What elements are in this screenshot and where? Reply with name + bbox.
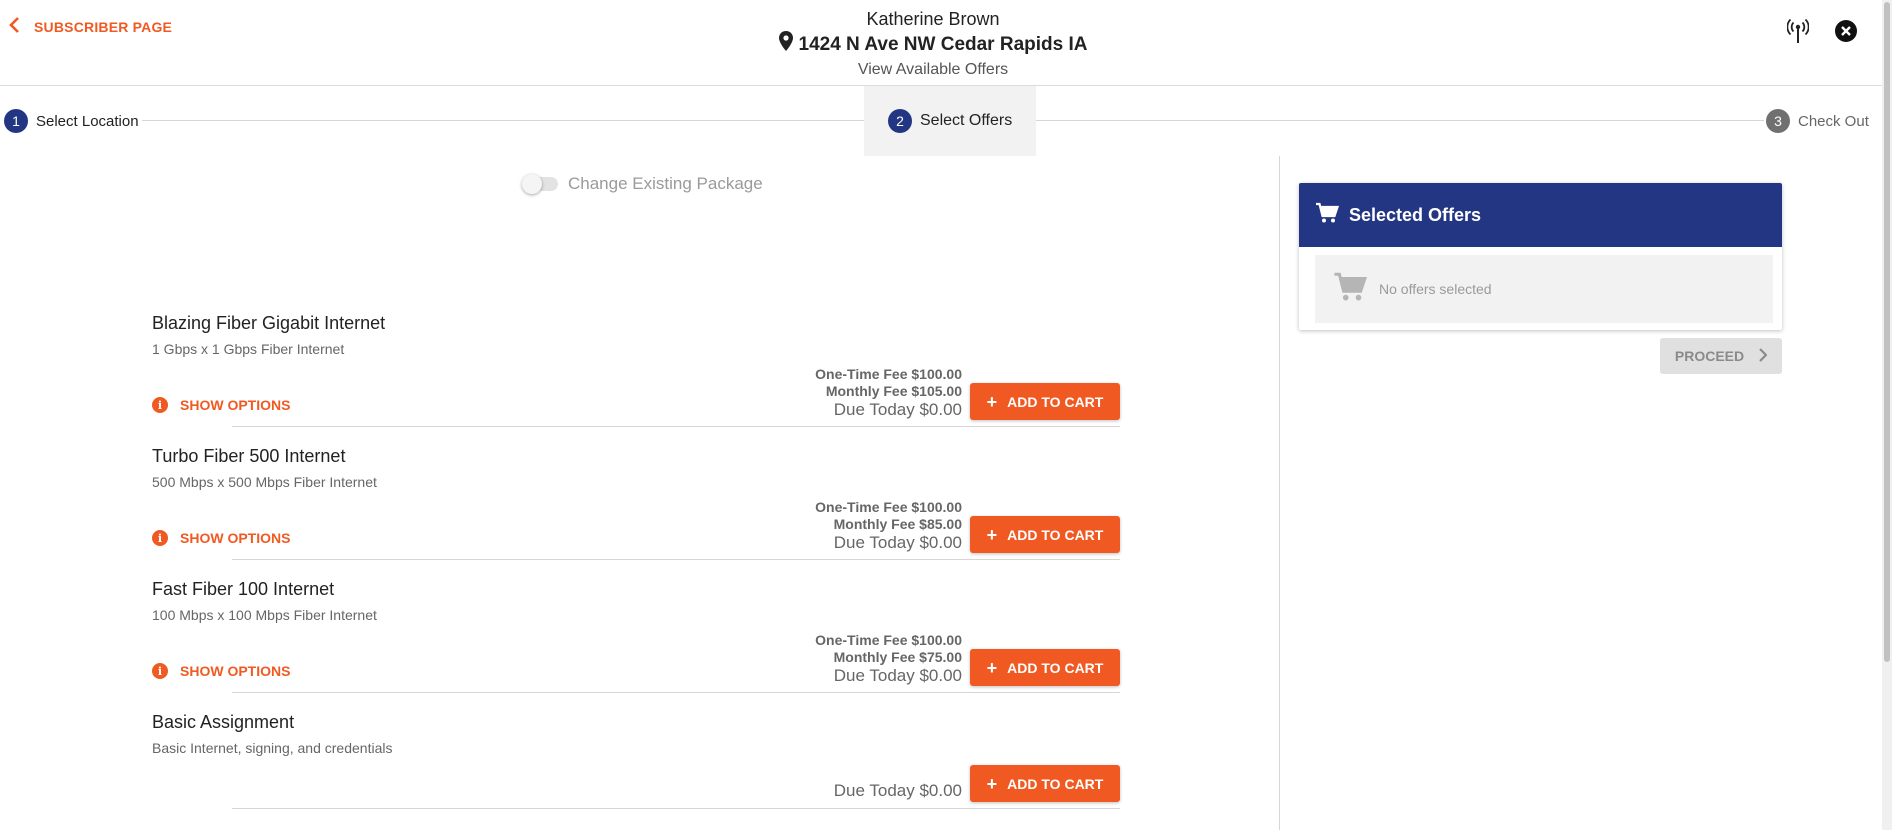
show-options-label: SHOW OPTIONS — [180, 397, 291, 413]
step-number: 1 — [4, 109, 28, 133]
page-scrollbar[interactable] — [1882, 0, 1892, 830]
selected-offers-empty-state: No offers selected — [1315, 255, 1773, 323]
monthly-fee: Monthly Fee $105.00 — [825, 383, 962, 399]
plus-icon: + — [986, 524, 998, 545]
change-package-toggle[interactable]: Change Existing Package — [522, 174, 763, 194]
offer-item: Turbo Fiber 500 Internet 500 Mbps x 500 … — [152, 446, 1120, 560]
offer-divider — [232, 692, 1120, 693]
offer-description: Basic Internet, signing, and credentials — [152, 740, 393, 756]
subscriber-name: Katherine Brown — [866, 9, 1000, 29]
offer-divider — [232, 426, 1120, 427]
add-to-cart-button[interactable]: + ADD TO CART — [970, 765, 1120, 802]
due-today: Due Today $0.00 — [833, 666, 962, 685]
plus-icon: + — [986, 657, 998, 678]
add-to-cart-label: ADD TO CART — [1007, 526, 1104, 543]
due-today: Due Today $0.00 — [833, 533, 962, 552]
one-time-fee: One-Time Fee $100.00 — [815, 366, 962, 382]
scrollbar-thumb[interactable] — [1884, 2, 1890, 662]
offer-fees: One-Time Fee $100.00 Monthly Fee $75.00 … — [815, 632, 962, 686]
info-icon: i — [152, 397, 168, 413]
subscriber-info: Katherine Brown 1424 N Ave NW Cedar Rapi… — [0, 8, 1866, 80]
due-today: Due Today $0.00 — [833, 400, 962, 419]
step-select-location[interactable]: 1 Select Location — [4, 86, 139, 156]
toggle-knob — [522, 174, 542, 194]
step-number: 2 — [888, 109, 912, 133]
offer-name: Turbo Fiber 500 Internet — [152, 446, 346, 466]
selected-offers-header: Selected Offers — [1299, 183, 1782, 247]
step-label: Select Offers — [920, 112, 1013, 129]
add-to-cart-label: ADD TO CART — [1007, 775, 1104, 792]
offer-fees: One-Time Fee $100.00 Monthly Fee $85.00 … — [815, 499, 962, 553]
address-text: 1424 N Ave NW Cedar Rapids IA — [798, 33, 1088, 55]
show-options-button[interactable]: i SHOW OPTIONS — [152, 530, 290, 546]
add-to-cart-label: ADD TO CART — [1007, 393, 1104, 410]
column-divider — [1279, 156, 1280, 830]
page-subtitle: View Available Offers — [857, 61, 1009, 78]
offer-divider — [232, 808, 1120, 809]
add-to-cart-button[interactable]: + ADD TO CART — [970, 516, 1120, 553]
offer-item: Blazing Fiber Gigabit Internet 1 Gbps x … — [152, 313, 1120, 427]
offer-item: Basic Assignment Basic Internet, signing… — [152, 712, 1120, 812]
step-check-out[interactable]: 3 Check Out — [1766, 86, 1869, 156]
offer-name: Blazing Fiber Gigabit Internet — [152, 313, 386, 333]
selected-offers-panel: Selected Offers No offers selected — [1299, 183, 1782, 330]
toggle-switch[interactable] — [522, 174, 558, 194]
chevron-right-icon — [1758, 347, 1768, 365]
step-select-offers[interactable]: 2 Select Offers — [864, 86, 1036, 156]
offer-description: 100 Mbps x 100 Mbps Fiber Internet — [152, 607, 377, 623]
proceed-label: PROCEED — [1674, 348, 1745, 364]
info-icon: i — [152, 530, 168, 546]
offer-fees: One-Time Fee $100.00 Monthly Fee $105.00… — [815, 366, 962, 420]
one-time-fee: One-Time Fee $100.00 — [815, 632, 962, 648]
info-icon: i — [152, 663, 168, 679]
monthly-fee: Monthly Fee $75.00 — [833, 649, 962, 665]
add-to-cart-label: ADD TO CART — [1007, 659, 1104, 676]
show-options-label: SHOW OPTIONS — [180, 530, 291, 546]
cart-icon — [1315, 202, 1340, 229]
selected-offers-title: Selected Offers — [1349, 204, 1482, 225]
show-options-button[interactable]: i SHOW OPTIONS — [152, 397, 290, 413]
offer-name: Fast Fiber 100 Internet — [152, 579, 335, 599]
offer-item: Fast Fiber 100 Internet 100 Mbps x 100 M… — [152, 579, 1120, 693]
step-connector — [1036, 120, 1764, 121]
step-label: Check Out — [1798, 112, 1869, 130]
due-today: Due Today $0.00 — [833, 781, 962, 800]
proceed-button[interactable]: PROCEED — [1660, 338, 1782, 374]
toggle-label: Change Existing Package — [568, 174, 763, 193]
offer-description: 500 Mbps x 500 Mbps Fiber Internet — [152, 474, 377, 490]
one-time-fee: One-Time Fee $100.00 — [815, 499, 962, 515]
add-to-cart-button[interactable]: + ADD TO CART — [970, 649, 1120, 686]
antenna-icon[interactable] — [1784, 16, 1812, 46]
page-header: SUBSCRIBER PAGE Katherine Brown 1424 N A… — [0, 0, 1892, 86]
offer-description: 1 Gbps x 1 Gbps Fiber Internet — [152, 341, 345, 357]
show-options-button[interactable]: i SHOW OPTIONS — [152, 663, 290, 679]
show-options-label: SHOW OPTIONS — [180, 663, 291, 679]
empty-cart-text: No offers selected — [1379, 281, 1492, 297]
plus-icon: + — [986, 391, 998, 412]
step-number: 3 — [1766, 109, 1790, 133]
close-circle-icon[interactable] — [1832, 16, 1860, 46]
offer-divider — [232, 559, 1120, 560]
add-to-cart-button[interactable]: + ADD TO CART — [970, 383, 1120, 420]
step-label: Select Location — [36, 112, 139, 130]
offer-name: Basic Assignment — [152, 712, 295, 732]
location-pin-icon — [778, 31, 793, 58]
checkout-stepper: 1 Select Location 2 Select Offers 3 Chec… — [0, 86, 1882, 156]
subscriber-address: 1424 N Ave NW Cedar Rapids IA — [778, 31, 1088, 58]
monthly-fee: Monthly Fee $85.00 — [833, 516, 962, 532]
plus-icon: + — [986, 773, 998, 794]
step-connector — [142, 120, 864, 121]
cart-empty-icon — [1333, 271, 1368, 308]
offer-fees: Due Today $0.00 — [834, 781, 962, 801]
